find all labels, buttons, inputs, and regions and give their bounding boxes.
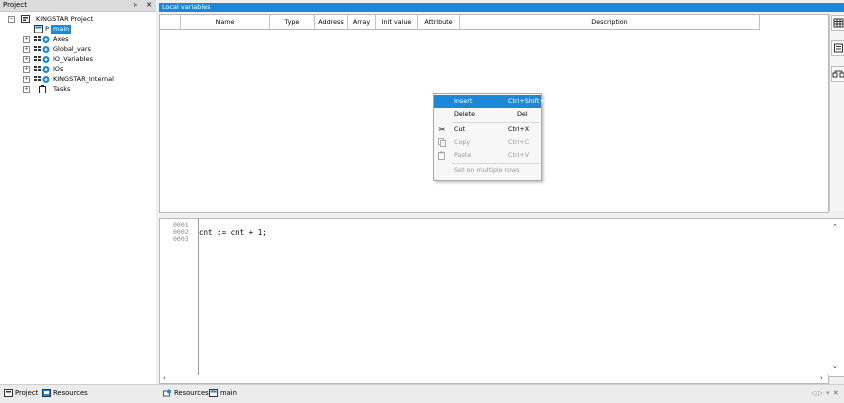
menu-item-delete[interactable]: Delete Del	[434, 108, 541, 121]
menu-item-label: Copy	[454, 138, 471, 146]
menu-item-shortcut: Ctrl+C	[508, 138, 530, 146]
menu-item-insert[interactable]: Insert Ctrl+Shift+Ins	[434, 95, 554, 108]
grid-view-button[interactable]	[831, 15, 844, 31]
column-header-attribute[interactable]: Attribute	[418, 15, 460, 29]
menu-item-shortcut: Ctrl+V	[508, 151, 530, 159]
expand-icon[interactable]: +	[23, 66, 30, 73]
tree-label: IO_Variables	[53, 55, 93, 63]
column-header-name[interactable]: Name	[181, 15, 270, 29]
group-icon	[34, 56, 50, 63]
project-panel: Project ⊧ × − KINGSTAR Project P main + …	[0, 0, 156, 402]
expand-icon[interactable]: +	[23, 46, 30, 53]
local-variables-header: Local variables	[159, 3, 844, 12]
group-icon	[34, 36, 50, 43]
line-number-gutter: 0001 0002 0003	[160, 219, 199, 376]
right-toolbar	[829, 14, 844, 211]
tab-label: Resources	[174, 389, 209, 397]
project-icon	[21, 15, 30, 23]
group-icon	[34, 76, 50, 83]
local-variables-title: Local variables	[162, 3, 211, 11]
menu-item-shortcut: Del	[517, 110, 528, 118]
collapse-icon[interactable]: −	[8, 16, 15, 23]
tab-list-icon[interactable]: ▾	[826, 388, 829, 399]
tab-label: Resources	[53, 389, 88, 397]
next-tab-icon[interactable]: ▷	[818, 388, 823, 399]
column-header-type[interactable]: Type	[270, 15, 315, 29]
tree-label: main	[51, 25, 72, 34]
copy-icon	[438, 138, 446, 147]
menu-item-label: Set on multiple rows	[454, 166, 520, 174]
expand-icon[interactable]: +	[23, 56, 30, 63]
menu-item-shortcut: Ctrl+X	[508, 125, 530, 133]
menu-item-label: Paste	[454, 151, 472, 159]
column-header-address[interactable]: Address	[315, 15, 348, 29]
group-icon	[34, 46, 50, 53]
column-header-array[interactable]: Array	[348, 15, 376, 29]
scroll-right-icon[interactable]: ›	[820, 375, 823, 382]
column-header-init-value[interactable]: Init value	[376, 15, 418, 29]
scroll-up-icon[interactable]: ⌃	[832, 224, 838, 231]
menu-item-cut[interactable]: ✂ Cut Ctrl+X	[434, 123, 541, 136]
pin-icon[interactable]: ⊧	[134, 1, 137, 9]
tree-label: Axes	[53, 35, 69, 43]
resources-icon	[163, 389, 171, 397]
close-icon[interactable]: ×	[146, 0, 152, 9]
tasks-icon	[39, 85, 46, 93]
tree-item-prefix: P	[45, 25, 49, 33]
menu-item-paste[interactable]: Paste Ctrl+V	[434, 149, 541, 162]
context-menu: Insert Ctrl+Shift+Ins Delete Del ✂ Cut C…	[433, 93, 554, 181]
menu-item-label: Delete	[454, 110, 475, 118]
tab-resources-left[interactable]: Resources	[42, 388, 88, 399]
bottom-tab-bar: Project Resources Resources main ◁ ▷ ▾ ✕	[0, 384, 844, 403]
menu-item-label: Cut	[454, 125, 466, 133]
expand-icon[interactable]: +	[23, 36, 30, 43]
column-header-description[interactable]: Description	[460, 15, 760, 29]
expand-icon[interactable]: +	[23, 76, 30, 83]
tab-main[interactable]: main	[209, 388, 237, 399]
row-header-corner	[160, 15, 181, 29]
scroll-left-icon[interactable]: ‹	[163, 375, 166, 382]
menu-item-copy[interactable]: Copy Ctrl+C	[434, 136, 541, 149]
resources-icon	[42, 389, 51, 397]
close-tab-icon[interactable]: ✕	[833, 388, 839, 399]
menu-item-shortcut: Ctrl+Shift+Ins	[508, 97, 554, 105]
grid-icon	[833, 18, 844, 28]
scroll-down-icon[interactable]: ⌄	[832, 363, 838, 370]
code-line[interactable]: cnt := cnt + 1;	[199, 228, 267, 237]
text-view-icon	[834, 43, 843, 53]
tab-project[interactable]: Project	[4, 388, 38, 399]
menu-item-set-on-multiple-rows[interactable]: Set on multiple rows	[434, 164, 541, 177]
network-view-button[interactable]	[831, 66, 844, 82]
project-panel-header: Project ⊧ ×	[0, 0, 156, 12]
expand-icon[interactable]: +	[23, 86, 30, 93]
editor-vertical-scrollbar[interactable]: ⌃ ⌄	[827, 218, 844, 377]
tree-label: KINGSTAR Project	[36, 15, 93, 23]
group-icon	[34, 66, 50, 73]
previous-tab-icon[interactable]: ◁	[811, 388, 816, 399]
variables-table-header: Name Type Address Array Init value Attri…	[160, 15, 760, 30]
scissors-icon: ✂	[438, 125, 446, 134]
code-editor[interactable]: 0001 0002 0003 cnt := cnt + 1;	[159, 218, 829, 377]
tree-label: KINGSTAR_Internal	[53, 75, 114, 83]
menu-item-label: Insert	[454, 97, 473, 105]
program-icon	[34, 25, 43, 33]
tree-label: IOs	[53, 65, 64, 73]
text-view-button[interactable]	[831, 40, 844, 56]
tab-resources-editor[interactable]: Resources	[163, 388, 209, 399]
network-icon	[832, 70, 844, 78]
tree-label: Tasks	[53, 85, 71, 93]
tab-label: main	[220, 389, 237, 397]
tab-label: Project	[15, 389, 39, 397]
tree-label: Global_vars	[53, 45, 91, 53]
editor-horizontal-scrollbar[interactable]: ‹ ›	[159, 375, 829, 384]
program-icon	[209, 389, 218, 397]
project-panel-title: Project	[3, 1, 27, 9]
line-number: 0003	[173, 235, 189, 243]
project-icon	[4, 389, 13, 397]
paste-icon	[438, 151, 445, 160]
